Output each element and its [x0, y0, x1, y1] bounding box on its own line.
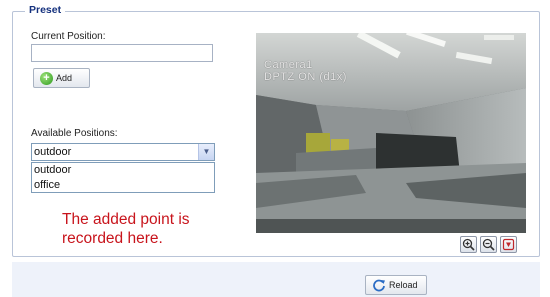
reload-icon	[373, 279, 385, 292]
reload-button[interactable]: Reload	[365, 275, 427, 295]
dropdown-option-office[interactable]: office	[32, 178, 214, 193]
camera-status-overlay: DPTZ ON (d1x)	[264, 71, 347, 83]
reset-icon	[502, 238, 515, 251]
current-position-input[interactable]	[31, 44, 213, 62]
zoom-in-button[interactable]	[460, 236, 477, 253]
available-positions-select[interactable]: outdoor ▼	[31, 143, 215, 161]
zoom-out-button[interactable]	[480, 236, 497, 253]
available-positions-label: Available Positions:	[31, 128, 118, 139]
zoom-in-icon	[462, 238, 475, 251]
preset-legend: Preset	[25, 4, 66, 16]
footer-bar	[12, 262, 540, 297]
reset-view-button[interactable]	[500, 236, 517, 253]
add-button-label: Add	[56, 73, 73, 83]
annotation-line-1: The added point is	[62, 211, 190, 228]
selected-position-value: outdoor	[34, 146, 72, 158]
reload-button-label: Reload	[389, 280, 418, 290]
zoom-out-icon	[482, 238, 495, 251]
add-button[interactable]: + Add	[33, 68, 90, 88]
positions-dropdown-list: outdoor office	[31, 162, 215, 193]
annotation-line-2: recorded here.	[62, 230, 163, 247]
annotation-text: The added point is recorded here.	[62, 210, 232, 248]
chevron-down-icon[interactable]: ▼	[198, 144, 214, 160]
add-icon: +	[40, 71, 53, 85]
dropdown-option-outdoor[interactable]: outdoor	[32, 163, 214, 178]
current-position-label: Current Position:	[31, 31, 106, 42]
camera-name-overlay: Camera1	[264, 59, 313, 71]
